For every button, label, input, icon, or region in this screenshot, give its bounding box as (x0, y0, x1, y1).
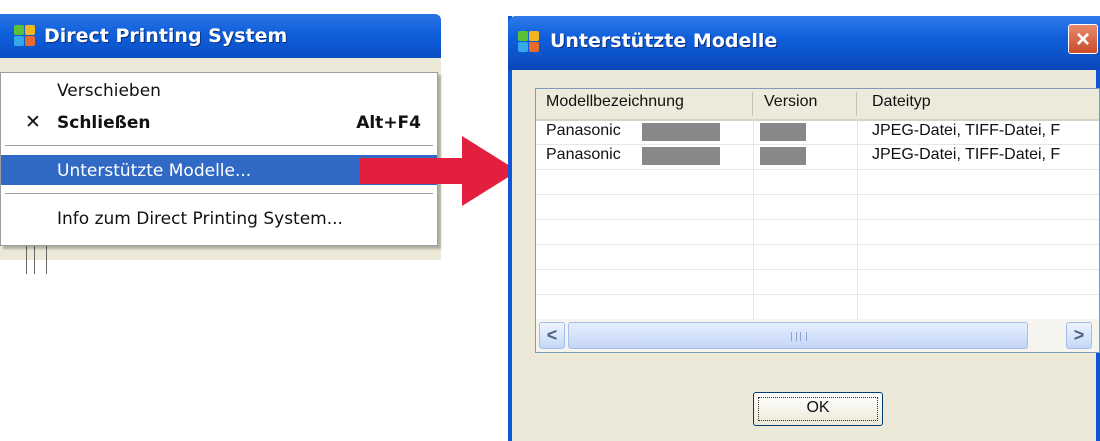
filetype-cell: JPEG-Datei, TIFF-Datei, F (872, 122, 1061, 139)
horizontal-scrollbar[interactable]: < > (536, 319, 1099, 352)
model-cell: Panasonic (546, 122, 621, 139)
column-divider (856, 92, 857, 116)
column-header-version[interactable]: Version (764, 93, 817, 111)
grip-icon (791, 332, 807, 341)
window-frame-edge (26, 246, 27, 274)
redacted-version (760, 123, 806, 141)
redacted-model (642, 147, 720, 165)
scroll-left-button[interactable]: < (539, 322, 565, 349)
scrollbar-thumb[interactable] (568, 322, 1028, 349)
dialog-titlebar[interactable]: Unterstützte Modelle (508, 16, 1100, 70)
model-cell: Panasonic (546, 146, 621, 163)
menu-item-label: Schließen (57, 113, 151, 133)
menu-item-info[interactable]: Info zum Direct Printing System... (1, 203, 437, 233)
menu-item-schliessen[interactable]: ✕ Schließen Alt+F4 (1, 107, 437, 137)
app-icon (518, 31, 540, 53)
grid-line (536, 144, 1099, 145)
menu-item-label: Unterstützte Modelle... (57, 161, 252, 181)
column-header-filetype[interactable]: Dateityp (872, 93, 931, 111)
menu-item-shortcut: Alt+F4 (356, 113, 421, 133)
scroll-right-button[interactable]: > (1066, 322, 1092, 349)
window-frame-edge (46, 246, 47, 274)
column-header-model[interactable]: Modellbezeichnung (546, 93, 684, 111)
redacted-version (760, 147, 806, 165)
window-frame-edge (34, 246, 35, 274)
menu-item-verschieben[interactable]: Verschieben (1, 75, 437, 105)
list-header: Modellbezeichnung Version Dateityp (536, 89, 1099, 121)
grid-line (536, 294, 1099, 295)
grid-line (536, 219, 1099, 220)
window-title: Direct Printing System (44, 25, 288, 47)
close-x-icon: ✕ (25, 111, 41, 133)
right-arrow-icon (360, 136, 518, 206)
redacted-model (642, 123, 720, 141)
models-list[interactable]: Modellbezeichnung Version Dateityp Panas… (535, 88, 1100, 353)
app-icon (14, 25, 36, 47)
filetype-cell: JPEG-Datei, TIFF-Datei, F (872, 146, 1061, 163)
focus-rect (758, 397, 878, 421)
dialog-title: Unterstützte Modelle (550, 30, 778, 52)
grid-line (536, 244, 1099, 245)
column-divider (752, 92, 753, 116)
close-button[interactable]: × (1068, 24, 1098, 54)
grid-line (536, 269, 1099, 270)
grid-line (536, 169, 1099, 170)
ok-button[interactable]: OK (753, 392, 883, 426)
menu-item-label: Verschieben (57, 81, 161, 101)
window-titlebar[interactable]: Direct Printing System (0, 14, 441, 58)
menu-item-label: Info zum Direct Printing System... (57, 209, 343, 229)
grid-line (536, 194, 1099, 195)
